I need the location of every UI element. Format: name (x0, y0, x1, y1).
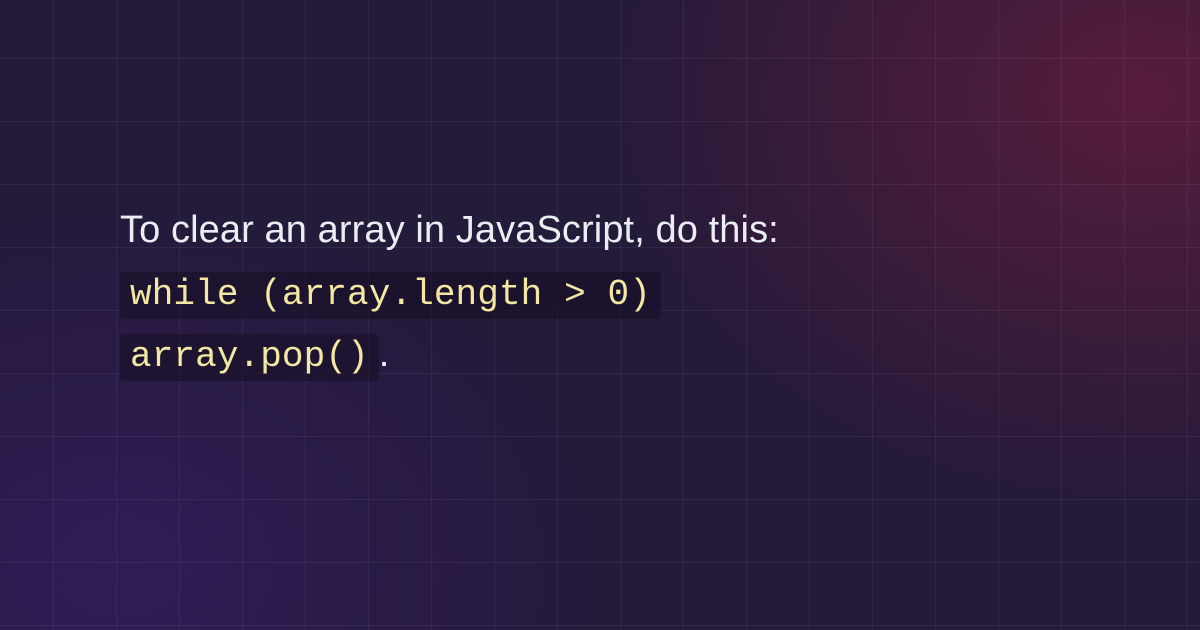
intro-text: To clear an array in JavaScript, do this… (120, 209, 779, 251)
code-line-1: while (array.length > 0) (120, 272, 661, 319)
trailing-period: . (379, 333, 390, 375)
snippet-card: To clear an array in JavaScript, do this… (120, 200, 1080, 386)
code-line-2: array.pop() (120, 334, 379, 381)
